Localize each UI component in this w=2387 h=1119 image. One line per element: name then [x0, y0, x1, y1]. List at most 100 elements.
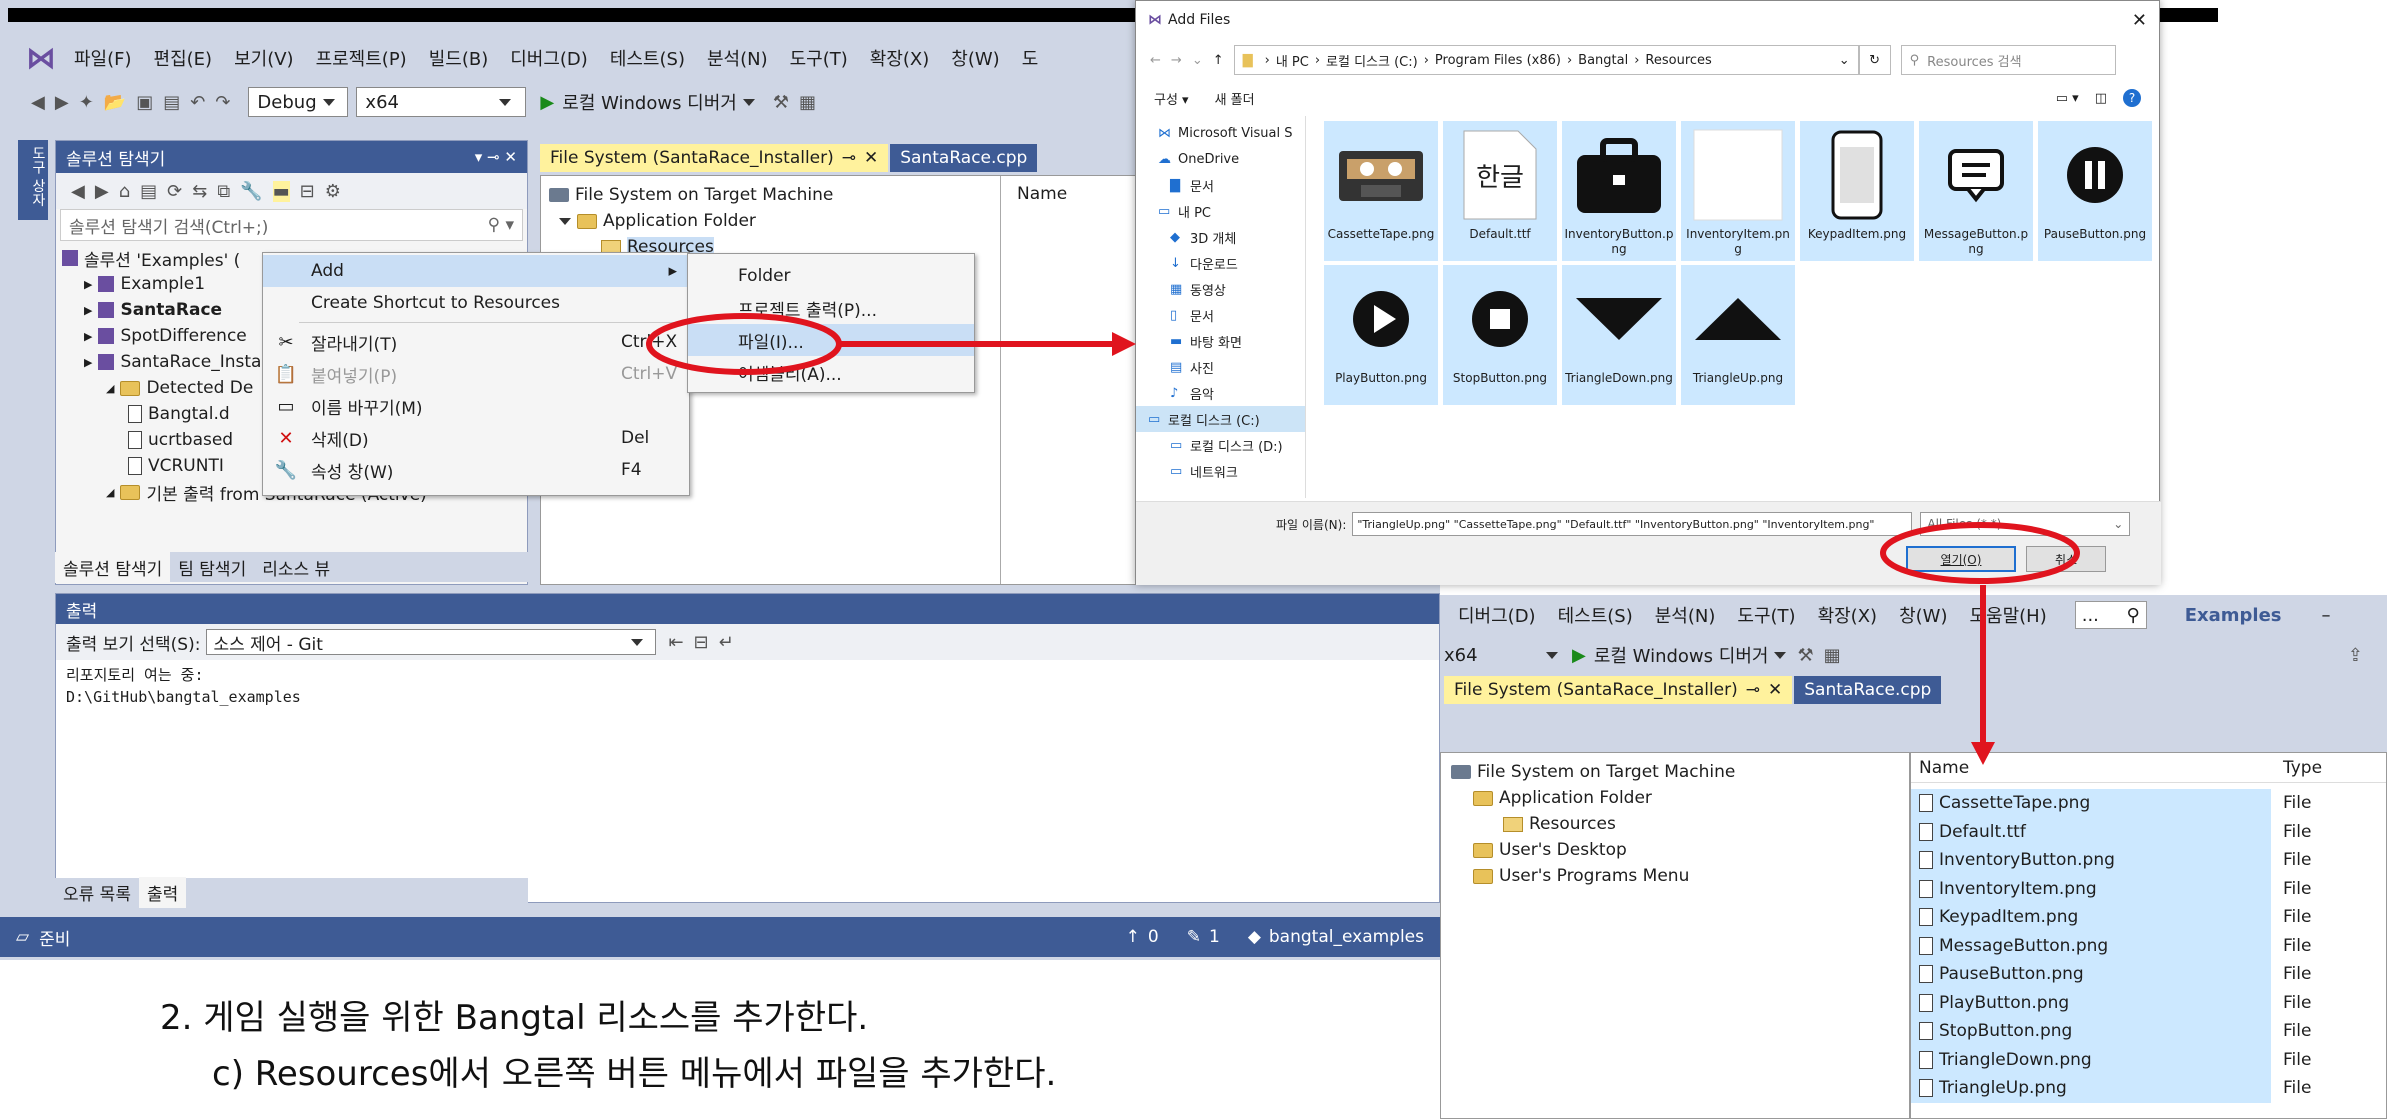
nav-item[interactable]: ▬ 바탕 화면 — [1158, 328, 1305, 354]
view-options-icon[interactable]: ▭ ▾ — [2056, 91, 2079, 106]
bottom-tab[interactable]: 솔루션 탐색기 — [55, 551, 171, 583]
bottom-tab[interactable]: 리소스 뷰 — [254, 552, 338, 583]
expand-icon[interactable]: ▶ — [84, 330, 92, 343]
nav-item[interactable]: ▤ 사진 — [1158, 354, 1305, 380]
nav-item[interactable]: ♪ 음악 — [1158, 380, 1305, 406]
submenu-item[interactable]: 파일(I)... — [688, 324, 974, 356]
history-icon[interactable]: ⟳ — [167, 181, 182, 202]
nav-item[interactable]: ▦ 동영상 — [1158, 276, 1305, 302]
refresh-button[interactable]: ↻ — [1858, 45, 1891, 75]
menu-item[interactable]: 프로젝트(P) — [316, 45, 407, 71]
dialog-search-input[interactable]: ⚲ Resources 검색 — [1900, 45, 2116, 75]
nav-item[interactable]: ☁ OneDrive — [1158, 146, 1305, 172]
context-menu-item[interactable]: 📋 붙여넣기(P) Ctrl+V — [263, 358, 689, 390]
table-row[interactable]: InventoryItem.png — [1911, 874, 2271, 903]
nav-item[interactable]: ◆ 3D 개체 — [1158, 224, 1305, 250]
output-bottom-tab[interactable]: 출력 — [138, 876, 187, 908]
table-row[interactable]: MessageButton.png — [1911, 931, 2271, 960]
preview-icon[interactable]: ▬ — [272, 180, 290, 202]
menu-item[interactable]: 분석(N) — [1655, 602, 1716, 628]
table-row[interactable]: PlayButton.png — [1911, 988, 2271, 1017]
new-project-icon[interactable]: ✦ — [79, 92, 94, 113]
expand-icon[interactable]: ▶ — [84, 278, 92, 291]
chevron-down-icon[interactable]: ⌄ — [1192, 53, 1203, 68]
clear-all-icon[interactable]: ⊟ — [694, 632, 709, 653]
menu-item[interactable]: 분석(N) — [707, 45, 768, 71]
file-tile[interactable]: KeypadItem.png — [1800, 121, 1914, 261]
context-menu-item[interactable]: Add ▸ — [263, 255, 689, 287]
breadcrumb-item[interactable]: 내 PC — [1276, 51, 1309, 70]
breadcrumb-item[interactable]: Program Files (x86) — [1435, 53, 1561, 68]
menu-item[interactable]: 테스트(S) — [1558, 602, 1633, 628]
share-icon[interactable]: ⇪ — [2348, 645, 2363, 666]
menu-item[interactable]: 도 — [1022, 45, 1039, 71]
menu-item[interactable]: 디버그(D) — [510, 45, 588, 71]
menu-item[interactable]: 테스트(S) — [610, 45, 685, 71]
nav-item[interactable]: ▭ 네트워크 — [1158, 458, 1305, 484]
file-tile[interactable]: TriangleUp.png — [1681, 265, 1795, 405]
context-menu-item[interactable]: ▭ 이름 바꾸기(M) — [263, 390, 689, 422]
table-row[interactable]: CassetteTape.png — [1911, 789, 2271, 818]
expand-icon[interactable]: ◢ — [106, 486, 114, 499]
list-header-name[interactable]: Name — [1017, 184, 1067, 204]
excerpt-tab-file-system[interactable]: File System (SantaRace_Installer) ⊸ ✕ — [1444, 676, 1793, 704]
tree-item-application-folder[interactable]: Application Folder — [549, 208, 992, 234]
excerpt-tab-santarace-cpp[interactable]: SantaRace.cpp — [1794, 676, 1942, 704]
run-button[interactable]: ▶ 로컬 Windows 디버거 — [540, 89, 760, 115]
table-row[interactable]: TriangleUp.png — [1911, 1074, 2271, 1103]
filename-input[interactable]: "TriangleUp.png" "CassetteTape.png" "Def… — [1352, 512, 1913, 536]
excerpt-tree-item[interactable]: Application Folder — [1451, 785, 1899, 811]
tab-file-system[interactable]: File System (SantaRace_Installer) ⊸ ✕ — [540, 144, 889, 172]
close-icon[interactable]: ✕ — [1768, 680, 1782, 700]
chevron-down-icon[interactable]: ⌄ — [1839, 53, 1850, 68]
file-tile[interactable]: PlayButton.png — [1324, 265, 1438, 405]
sync-icon[interactable]: ⇆ — [192, 181, 207, 202]
config-select[interactable]: Debug — [248, 87, 349, 117]
pin-icon[interactable]: ⊸ — [842, 148, 856, 168]
breadcrumb-item[interactable]: 로컬 디스크 (C:) — [1326, 51, 1418, 70]
home-icon[interactable]: ⌂ — [119, 181, 130, 202]
minimize-icon[interactable]: – — [2322, 605, 2331, 626]
save-all-icon[interactable]: ▤ — [163, 92, 180, 113]
breadcrumb-item[interactable]: Resources — [1645, 53, 1711, 68]
menu-item[interactable]: 창(W) — [1899, 602, 1947, 628]
up-icon[interactable]: ↑ — [1213, 53, 1224, 68]
panel-controls[interactable]: ▾ ⊸ ✕ — [475, 148, 517, 166]
nav-item[interactable]: ▭ 로컬 디스크 (D:) — [1158, 432, 1305, 458]
excerpt-tree-item[interactable]: File System on Target Machine — [1451, 759, 1899, 785]
open-button[interactable]: 열기(O) — [1906, 546, 2016, 572]
file-tile[interactable]: InventoryButton.png — [1562, 121, 1676, 261]
pending-changes[interactable]: ✎ 1 — [1187, 927, 1220, 947]
excerpt-run-button[interactable]: ▶ 로컬 Windows 디버거 — [1572, 642, 1792, 668]
repository-picker[interactable]: ◆ bangtal_examples — [1248, 927, 1424, 947]
back-icon[interactable]: ◀ — [31, 92, 45, 113]
bottom-tab[interactable]: 팀 탐색기 — [170, 552, 254, 583]
preview-pane-icon[interactable]: ◫ — [2095, 91, 2107, 106]
nav-item[interactable]: ↓ 다운로드 — [1158, 250, 1305, 276]
nav-item[interactable]: ▭ 내 PC — [1158, 198, 1305, 224]
menu-item[interactable]: 디버그(D) — [1458, 602, 1536, 628]
window-icon[interactable]: ▦ — [799, 92, 816, 113]
menu-item[interactable]: 빌드(B) — [429, 45, 489, 71]
menu-item[interactable]: 도구(T) — [790, 45, 848, 71]
submenu-item[interactable]: 프로젝트 출력(P)... — [688, 292, 974, 324]
excerpt-platform-select[interactable]: x64 — [1444, 645, 1564, 666]
table-row[interactable]: StopButton.png — [1911, 1017, 2271, 1046]
pending-pushes[interactable]: ↑ 0 — [1126, 927, 1159, 947]
submenu-item[interactable]: 어셈블리(A)... — [688, 356, 974, 388]
redo-icon[interactable]: ↷ — [215, 92, 230, 113]
toolbox-tab[interactable]: 도구 상자 — [18, 140, 48, 220]
breadcrumb[interactable]: ▇ › 내 PC › 로컬 디스크 (C:) › Program Files (x86) › B… — [1233, 45, 1859, 75]
properties-icon[interactable]: ⚙ — [325, 181, 341, 202]
back-icon[interactable]: ← — [1150, 53, 1161, 68]
file-tile[interactable]: InventoryItem.png — [1681, 121, 1795, 261]
tree-item-target-machine[interactable]: File System on Target Machine — [549, 182, 992, 208]
close-icon[interactable]: ✕ — [2132, 10, 2147, 31]
table-row[interactable]: KeypadItem.png — [1911, 903, 2271, 932]
chevron-down-icon[interactable] — [559, 217, 571, 225]
table-row[interactable]: PauseButton.png — [1911, 960, 2271, 989]
breadcrumb-item[interactable]: Bangtal — [1578, 53, 1628, 68]
output-bottom-tab[interactable]: 오류 목록 — [55, 877, 139, 908]
context-menu-item[interactable]: ✕ 삭제(D) Del — [263, 422, 689, 454]
tab-santarace-cpp[interactable]: SantaRace.cpp — [890, 144, 1038, 172]
